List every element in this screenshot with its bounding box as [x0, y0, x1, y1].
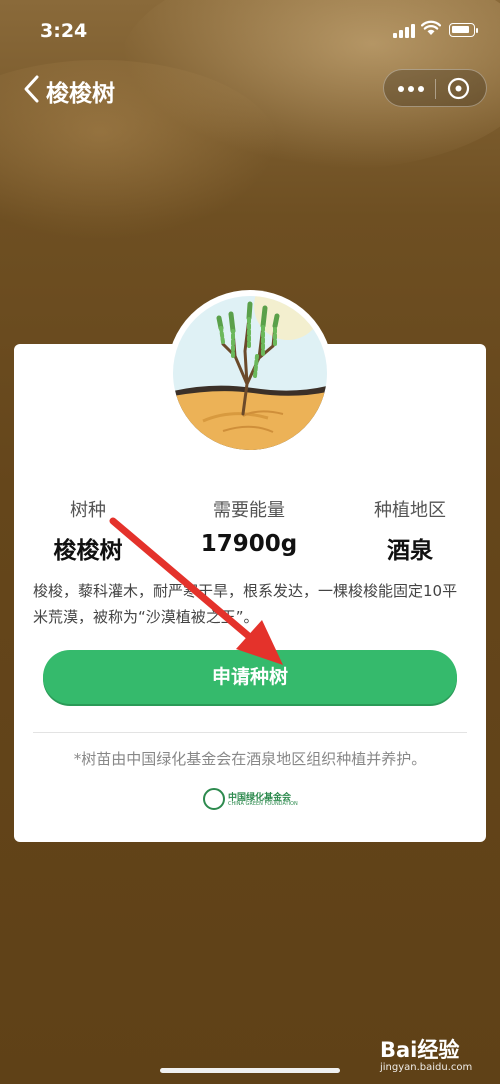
stat-label: 树种 [70, 500, 106, 521]
close-app-icon[interactable] [447, 77, 470, 100]
capsule-divider [435, 79, 436, 99]
cellular-signal-icon [393, 22, 415, 38]
stat-planting-region: 种植地区 酒泉 [350, 496, 470, 565]
back-arrow-icon[interactable] [20, 74, 44, 104]
home-indicator [160, 1068, 340, 1073]
stat-value: 酒泉 [387, 538, 433, 564]
stat-value: 梭梭树 [53, 538, 123, 564]
nav-bar: 梭梭树 [0, 62, 500, 118]
stat-label: 种植地区 [374, 500, 446, 521]
apply-plant-tree-button[interactable]: 申请种树 [43, 650, 457, 704]
battery-icon [449, 23, 478, 37]
foundation-emblem-icon [203, 788, 225, 810]
watermark: Bai经验 jingyan.baidu.com [380, 1034, 472, 1073]
stat-tree-species: 树种 梭梭树 [26, 496, 150, 565]
stat-value: 17900g [200, 531, 298, 557]
page-title: 梭梭树 [46, 81, 115, 107]
divider [33, 732, 467, 733]
stat-energy-needed: 需要能量 17900g [174, 496, 324, 557]
wifi-icon [421, 20, 441, 35]
more-icon[interactable] [398, 86, 424, 92]
status-bar: 3:24 [0, 0, 500, 62]
tree-stats: 树种 梭梭树 需要能量 17900g 种植地区 酒泉 [14, 496, 486, 566]
tree-description: 梭梭，藜科灌木，耐严寒干旱，根系发达，一棵梭梭能固定10平米荒漠，被称为“沙漠植… [33, 582, 458, 626]
foundation-logo: 中国绿化基金会 CHINA GREEN FOUNDATION [203, 788, 299, 812]
stat-label: 需要能量 [213, 500, 285, 521]
tree-illustration [167, 290, 333, 456]
status-time: 3:24 [40, 20, 88, 42]
watermark-brand: Bai经验 [380, 1038, 460, 1062]
footnote: *树苗由中国绿化基金会在酒泉地区组织种植并养护。 [73, 750, 427, 768]
foundation-name-en: CHINA GREEN FOUNDATION [228, 801, 298, 807]
mini-program-capsule [383, 69, 487, 107]
watermark-url: jingyan.baidu.com [380, 1062, 473, 1073]
